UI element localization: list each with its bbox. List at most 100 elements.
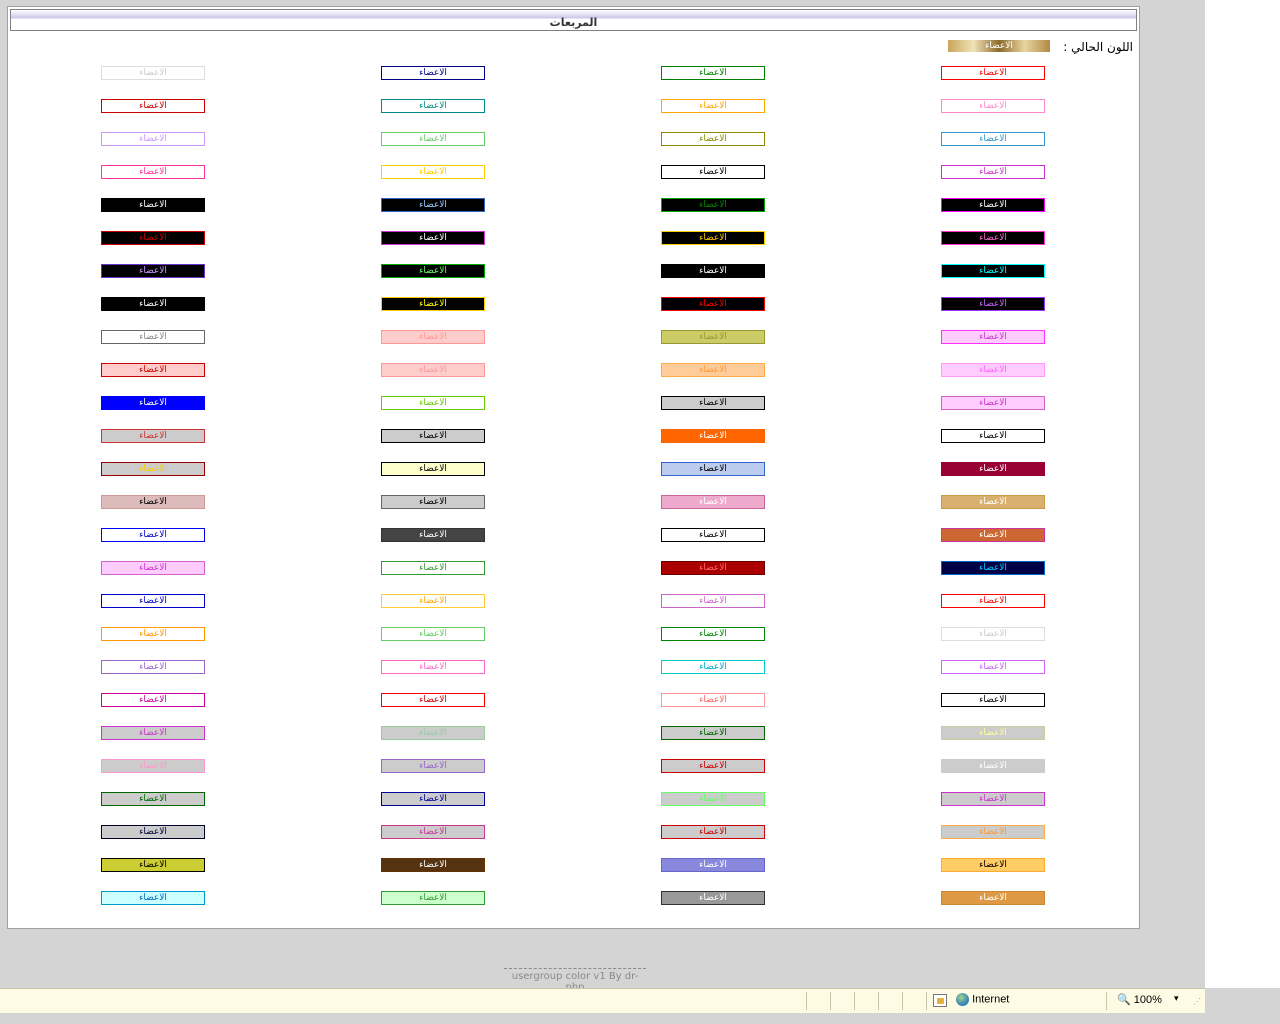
color-swatch[interactable]: الاعضاء bbox=[101, 297, 205, 311]
color-swatch[interactable]: الاعضاء bbox=[941, 297, 1045, 311]
security-lock-icon[interactable] bbox=[933, 994, 947, 1007]
color-swatch[interactable]: الاعضاء bbox=[101, 429, 205, 443]
color-swatch[interactable]: الاعضاء bbox=[941, 891, 1045, 905]
color-swatch[interactable]: الاعضاء bbox=[101, 363, 205, 377]
color-swatch[interactable]: الاعضاء bbox=[381, 363, 485, 377]
color-swatch[interactable]: الاعضاء bbox=[381, 858, 485, 872]
color-swatch[interactable]: الاعضاء bbox=[381, 891, 485, 905]
color-swatch[interactable]: الاعضاء bbox=[381, 759, 485, 773]
color-swatch[interactable]: الاعضاء bbox=[941, 627, 1045, 641]
color-swatch[interactable]: الاعضاء bbox=[941, 858, 1045, 872]
color-swatch[interactable]: الاعضاء bbox=[941, 792, 1045, 806]
color-swatch[interactable]: الاعضاء bbox=[101, 462, 205, 476]
color-swatch[interactable]: الاعضاء bbox=[661, 594, 765, 608]
color-swatch[interactable]: الاعضاء bbox=[101, 561, 205, 575]
color-swatch[interactable]: الاعضاء bbox=[101, 528, 205, 542]
color-swatch[interactable]: الاعضاء bbox=[941, 264, 1045, 278]
color-swatch[interactable]: الاعضاء bbox=[381, 330, 485, 344]
color-swatch[interactable]: الاعضاء bbox=[381, 627, 485, 641]
color-swatch[interactable]: الاعضاء bbox=[661, 627, 765, 641]
color-swatch[interactable]: الاعضاء bbox=[381, 561, 485, 575]
color-swatch[interactable]: الاعضاء bbox=[941, 825, 1045, 839]
color-swatch[interactable]: الاعضاء bbox=[101, 891, 205, 905]
color-swatch[interactable]: الاعضاء bbox=[941, 726, 1045, 740]
color-swatch[interactable]: الاعضاء bbox=[101, 858, 205, 872]
color-swatch[interactable]: الاعضاء bbox=[661, 396, 765, 410]
color-swatch[interactable]: الاعضاء bbox=[941, 330, 1045, 344]
color-swatch[interactable]: الاعضاء bbox=[661, 693, 765, 707]
color-swatch[interactable]: الاعضاء bbox=[101, 198, 205, 212]
color-swatch[interactable]: الاعضاء bbox=[101, 495, 205, 509]
color-swatch[interactable]: الاعضاء bbox=[661, 858, 765, 872]
color-swatch[interactable]: الاعضاء bbox=[661, 462, 765, 476]
color-swatch[interactable]: الاعضاء bbox=[661, 99, 765, 113]
color-swatch[interactable]: الاعضاء bbox=[381, 792, 485, 806]
color-swatch[interactable]: الاعضاء bbox=[661, 231, 765, 245]
color-swatch[interactable]: الاعضاء bbox=[101, 726, 205, 740]
color-swatch[interactable]: الاعضاء bbox=[661, 561, 765, 575]
color-swatch[interactable]: الاعضاء bbox=[101, 759, 205, 773]
color-swatch[interactable]: الاعضاء bbox=[381, 726, 485, 740]
color-swatch[interactable]: الاعضاء bbox=[661, 726, 765, 740]
color-swatch[interactable]: الاعضاء bbox=[941, 495, 1045, 509]
color-swatch[interactable]: الاعضاء bbox=[941, 132, 1045, 146]
color-swatch[interactable]: الاعضاء bbox=[941, 528, 1045, 542]
color-swatch[interactable]: الاعضاء bbox=[101, 99, 205, 113]
color-swatch[interactable]: الاعضاء bbox=[941, 198, 1045, 212]
color-swatch[interactable]: الاعضاء bbox=[941, 66, 1045, 80]
security-zone[interactable]: Internet bbox=[956, 993, 1009, 1006]
color-swatch[interactable]: الاعضاء bbox=[941, 396, 1045, 410]
color-swatch[interactable]: الاعضاء bbox=[101, 132, 205, 146]
color-swatch[interactable]: الاعضاء bbox=[101, 330, 205, 344]
color-swatch[interactable]: الاعضاء bbox=[101, 66, 205, 80]
color-swatch[interactable]: الاعضاء bbox=[381, 66, 485, 80]
color-swatch[interactable]: الاعضاء bbox=[381, 825, 485, 839]
color-swatch[interactable]: الاعضاء bbox=[101, 660, 205, 674]
color-swatch[interactable]: الاعضاء bbox=[661, 66, 765, 80]
color-swatch[interactable]: الاعضاء bbox=[101, 792, 205, 806]
color-swatch[interactable]: الاعضاء bbox=[381, 528, 485, 542]
color-swatch[interactable]: الاعضاء bbox=[381, 132, 485, 146]
color-swatch[interactable]: الاعضاء bbox=[941, 561, 1045, 575]
color-swatch[interactable]: الاعضاء bbox=[381, 198, 485, 212]
color-swatch[interactable]: الاعضاء bbox=[661, 891, 765, 905]
color-swatch[interactable]: الاعضاء bbox=[381, 297, 485, 311]
color-swatch[interactable]: الاعضاء bbox=[661, 429, 765, 443]
color-swatch[interactable]: الاعضاء bbox=[941, 99, 1045, 113]
color-swatch[interactable]: الاعضاء bbox=[661, 792, 765, 806]
color-swatch[interactable]: الاعضاء bbox=[661, 264, 765, 278]
color-swatch[interactable]: الاعضاء bbox=[661, 132, 765, 146]
color-swatch[interactable]: الاعضاء bbox=[941, 660, 1045, 674]
color-swatch[interactable]: الاعضاء bbox=[941, 429, 1045, 443]
zoom-level[interactable]: 🔍 100% bbox=[1117, 993, 1162, 1006]
color-swatch[interactable]: الاعضاء bbox=[941, 363, 1045, 377]
color-swatch[interactable]: الاعضاء bbox=[941, 462, 1045, 476]
color-swatch[interactable]: الاعضاء bbox=[941, 759, 1045, 773]
color-swatch[interactable]: الاعضاء bbox=[661, 660, 765, 674]
color-swatch[interactable]: الاعضاء bbox=[661, 330, 765, 344]
color-swatch[interactable]: الاعضاء bbox=[101, 396, 205, 410]
color-swatch[interactable]: الاعضاء bbox=[101, 693, 205, 707]
color-swatch[interactable]: الاعضاء bbox=[381, 165, 485, 179]
color-swatch[interactable]: الاعضاء bbox=[381, 594, 485, 608]
color-swatch[interactable]: الاعضاء bbox=[661, 363, 765, 377]
zoom-dropdown-icon[interactable]: ▾ bbox=[1174, 993, 1179, 1004]
color-swatch[interactable]: الاعضاء bbox=[101, 825, 205, 839]
color-swatch[interactable]: الاعضاء bbox=[381, 396, 485, 410]
color-swatch[interactable]: الاعضاء bbox=[381, 462, 485, 476]
color-swatch[interactable]: الاعضاء bbox=[381, 495, 485, 509]
color-swatch[interactable]: الاعضاء bbox=[661, 759, 765, 773]
color-swatch[interactable]: الاعضاء bbox=[381, 264, 485, 278]
color-swatch[interactable]: الاعضاء bbox=[941, 231, 1045, 245]
color-swatch[interactable]: الاعضاء bbox=[381, 660, 485, 674]
color-swatch[interactable]: الاعضاء bbox=[381, 429, 485, 443]
color-swatch[interactable]: الاعضاء bbox=[661, 825, 765, 839]
color-swatch[interactable]: الاعضاء bbox=[101, 165, 205, 179]
color-swatch[interactable]: الاعضاء bbox=[381, 231, 485, 245]
color-swatch[interactable]: الاعضاء bbox=[381, 99, 485, 113]
color-swatch[interactable]: الاعضاء bbox=[661, 495, 765, 509]
color-swatch[interactable]: الاعضاء bbox=[941, 165, 1045, 179]
color-swatch[interactable]: الاعضاء bbox=[101, 627, 205, 641]
color-swatch[interactable]: الاعضاء bbox=[661, 165, 765, 179]
resize-grip-icon[interactable]: ⋰ bbox=[1193, 997, 1201, 1006]
